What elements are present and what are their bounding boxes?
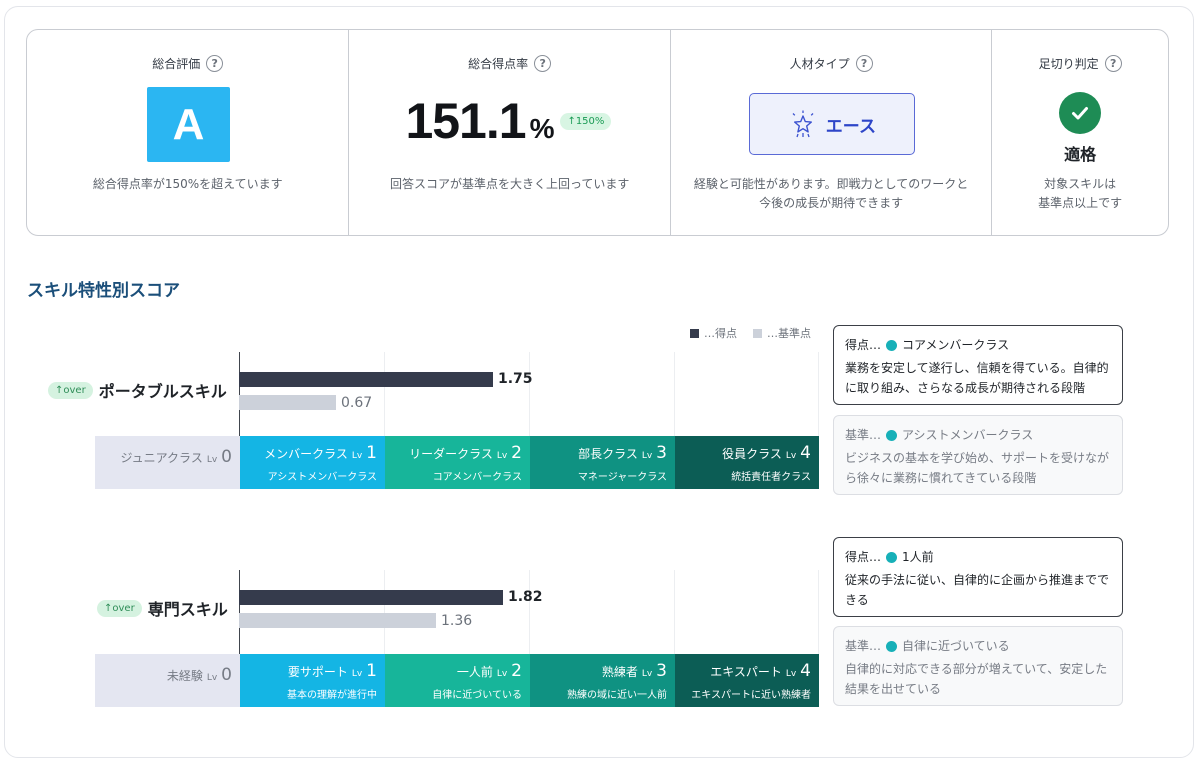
base-value-label: 1.36 [441, 613, 473, 629]
level-2: 一人前 Lv 2 自律に近づいている [385, 654, 530, 707]
level-0: ジュニアクラス Lv 0 [95, 436, 240, 489]
level-2: リーダークラス Lv 2 コアメンバークラス [385, 436, 530, 489]
chart-axis [239, 352, 240, 436]
cutoff-card: 足切り判定 ? 適格 対象スキルは 基準点以上です [992, 30, 1168, 235]
score-value-label: 1.75 [498, 371, 533, 387]
legend-score: …得点 [690, 325, 737, 341]
skill-name: ポータブルスキル [98, 382, 227, 401]
base-info-box: 基準… アシストメンバークラス ビジネスの基本を学び始め、サポートを受けながら徐々… [833, 415, 1123, 495]
level-scale: ジュニアクラス Lv 0 メンバークラス Lv 1 アシストメンバークラス リーダークラ… [95, 436, 819, 489]
score-info-text: 業務を安定して遂行し、信頼を得ている。自律的に取り組み、さらなる成長が期待される… [845, 361, 1109, 395]
help-icon[interactable]: ? [206, 55, 224, 72]
level-1: 要サポート Lv 1 基本の理解が進行中 [240, 654, 385, 707]
threshold-badge: ↑150% [560, 113, 612, 130]
level-3: 部長クラス Lv 3 マネージャークラス [530, 436, 675, 489]
grade-badge: A [147, 87, 230, 162]
level-dot-icon [886, 640, 898, 652]
talent-type-title: 人材タイプ [789, 57, 850, 71]
talent-type-card: 人材タイプ ? エース 経験と可能性があります。即戦力としてのワークと 今後の成… [671, 30, 993, 235]
base-info-text: 自律的に対応できる部分が増えていて、安定した結果を出せている [845, 662, 1108, 696]
cutoff-desc: 対象スキルは 基準点以上です [1038, 177, 1123, 210]
overall-grade-title: 総合評価 [152, 57, 201, 71]
score-info-box: 得点… コアメンバークラス 業務を安定して遂行し、信頼を得ている。自律的に取り組み… [833, 325, 1123, 405]
level-0: 未経験 Lv 0 [95, 654, 240, 707]
over-badge: ↑over [48, 381, 93, 399]
cutoff-title: 足切り判定 [1038, 57, 1099, 71]
base-info-box: 基準… 自律に近づいている 自律的に対応できる部分が増えていて、安定した結果を出せ… [833, 626, 1123, 706]
overall-grade-card: 総合評価 ? A 総合得点率が150%を超えています [27, 30, 350, 235]
score-rate-desc: 回答スコアが基準点を大きく上回っています [389, 177, 630, 191]
score-bar [239, 372, 493, 387]
level-dot-icon [886, 339, 898, 351]
help-icon[interactable]: ? [855, 55, 873, 72]
score-value-label: 1.82 [508, 589, 543, 605]
level-dot-icon [886, 551, 898, 563]
base-info-text: ビジネスの基本を学び始め、サポートを受けながら徐々に業務に慣れてきている段階 [845, 451, 1110, 485]
score-info-text: 従来の手法に従い、自律的に企画から推進までできる [845, 573, 1110, 607]
summary-cards: 総合評価 ? A 総合得点率が150%を超えています 総合得点率 ? 151.1… [26, 29, 1169, 236]
score-info-box: 得点… 1人前 従来の手法に従い、自律的に企画から推進までできる [833, 537, 1123, 617]
base-bar [239, 613, 436, 628]
score-rate-card: 総合得点率 ? 151.1 % ↑150% 回答スコアが基準点を大きく上回ってい… [349, 30, 671, 235]
level-scale: 未経験 Lv 0 要サポート Lv 1 基本の理解が進行中 一人前 Lv 2 自律に近づいて… [95, 654, 819, 707]
legend-base: …基準点 [753, 325, 811, 341]
help-icon[interactable]: ? [1104, 55, 1122, 72]
base-bar [239, 395, 336, 410]
chart-legend: …得点 …基準点 [690, 325, 811, 341]
chart-axis [239, 570, 240, 654]
score-rate-title: 総合得点率 [468, 57, 529, 71]
score-bar [239, 590, 503, 605]
score-rate-number: 151.1 [405, 93, 526, 149]
score-rate-value: 151.1 % [405, 92, 554, 150]
skill-name: 専門スキル [147, 600, 228, 619]
base-value-label: 0.67 [341, 395, 373, 411]
talent-type-desc: 経験と可能性があります。即戦力としてのワークと 今後の成長が期待できます [693, 177, 969, 210]
level-4: エキスパート Lv 4 エキスパートに近い熟練者 [675, 654, 819, 707]
score-rate-unit: % [529, 113, 555, 144]
talent-type-label: エース [825, 116, 876, 137]
check-icon [1059, 92, 1102, 134]
level-3: 熟練者 Lv 3 熟練の域に近い一人前 [530, 654, 675, 707]
overall-grade-desc: 総合得点率が150%を超えています [92, 177, 283, 191]
level-1: メンバークラス Lv 1 アシストメンバークラス [240, 436, 385, 489]
talent-type-badge: エース [748, 93, 915, 155]
help-icon[interactable]: ? [534, 55, 552, 72]
level-dot-icon [886, 429, 898, 441]
level-4: 役員クラス Lv 4 統括責任者クラス [675, 436, 819, 489]
star-burst-icon [792, 110, 814, 138]
section-title: スキル特性別スコア [27, 281, 180, 301]
over-badge: ↑over [97, 599, 142, 617]
cutoff-result: 適格 [1064, 145, 1097, 164]
